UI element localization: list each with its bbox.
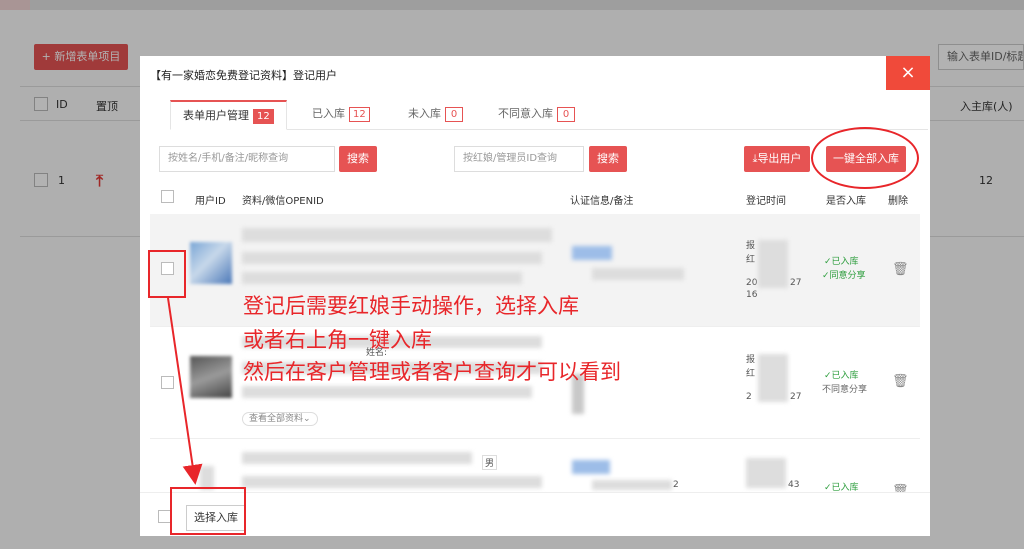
annotation-line-2: 或者右上角一键入库 — [243, 328, 432, 352]
annotation-button-highlight — [170, 487, 246, 535]
annotation-one-click-highlight — [811, 127, 919, 189]
annotation-line-3: 然后在客户管理或者客户查询才可以看到 — [243, 360, 621, 384]
annotation-line-1: 登记后需要红娘手动操作，选择入库 — [243, 294, 579, 318]
annotation-arrow — [167, 297, 203, 485]
annotation-checkbox-highlight — [148, 250, 186, 298]
